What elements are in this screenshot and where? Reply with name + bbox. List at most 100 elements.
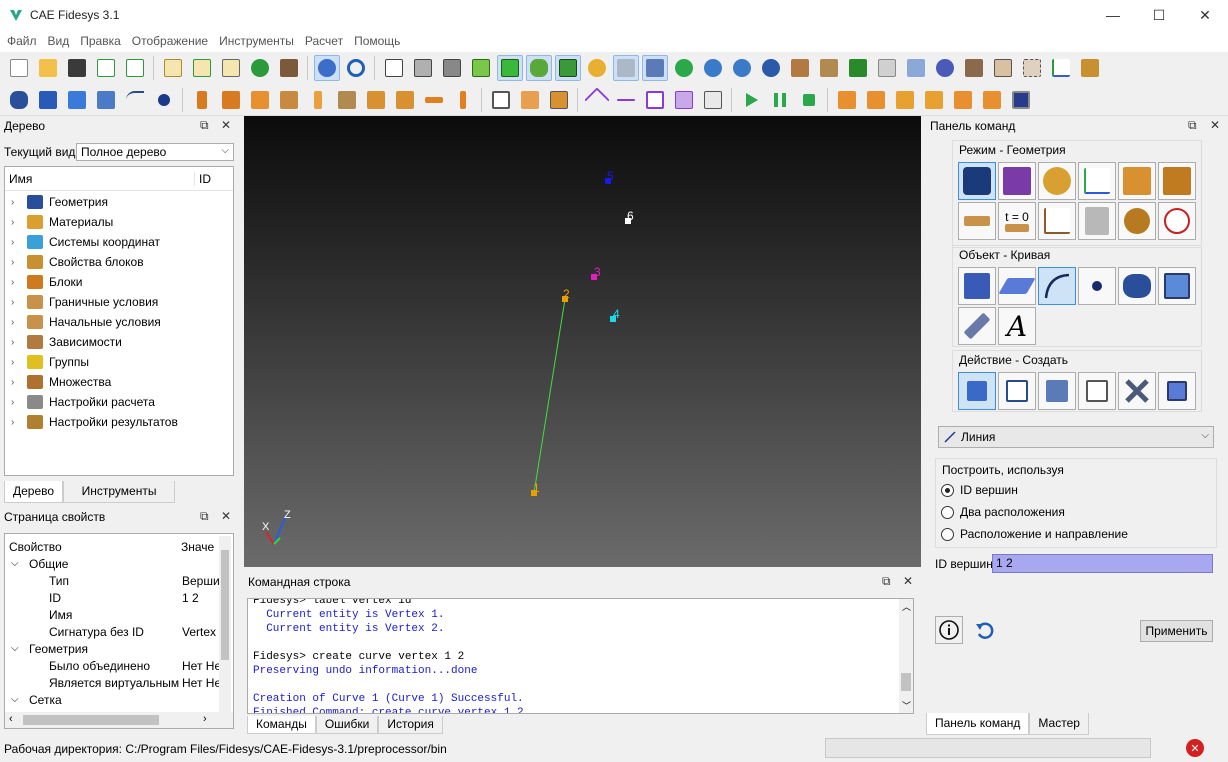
volume-button[interactable] — [35, 87, 61, 113]
export-button[interactable] — [122, 55, 148, 81]
action-transform-button[interactable] — [1038, 372, 1076, 410]
save-button[interactable] — [64, 55, 90, 81]
reset-button[interactable] — [972, 618, 998, 644]
refresh-button[interactable] — [671, 55, 697, 81]
scroll-thumb[interactable] — [23, 715, 159, 725]
expand-arrow-icon[interactable]: › — [5, 417, 21, 428]
mode-inspect-button[interactable] — [1158, 202, 1196, 240]
navigate-button[interactable] — [758, 55, 784, 81]
tab-tree[interactable]: Дерево — [4, 481, 64, 503]
mesh-edge-button[interactable] — [488, 87, 514, 113]
object-text-button[interactable]: A — [998, 307, 1036, 345]
radio-dot[interactable] — [941, 483, 954, 497]
view-minus-y-button[interactable] — [921, 87, 947, 113]
collapse-arrow-icon[interactable]: ⌵ — [11, 558, 19, 569]
error-indicator-icon[interactable]: ✕ — [1186, 739, 1204, 757]
mode-geometry-button[interactable] — [958, 162, 996, 200]
float-icon[interactable]: ⧉ — [200, 509, 209, 524]
vertex-ids-input[interactable]: 1 2 — [992, 554, 1213, 573]
maximize-button[interactable]: ☐ — [1136, 0, 1182, 30]
box-select-button[interactable] — [990, 55, 1016, 81]
expand-arrow-icon[interactable]: › — [5, 377, 21, 388]
object-vertex-button[interactable] — [1078, 267, 1116, 305]
scroll-left-icon[interactable]: ‹ — [9, 713, 13, 725]
collapse-arrow-icon[interactable]: ⌵ — [11, 694, 19, 705]
expand-arrow-icon[interactable]: › — [5, 337, 21, 348]
expand-arrow-icon[interactable]: › — [5, 257, 21, 268]
close-icon[interactable]: ✕ — [221, 118, 231, 132]
dash-bar-button[interactable] — [450, 87, 476, 113]
float-icon[interactable]: ⧉ — [882, 574, 891, 589]
acceleration-button[interactable] — [363, 87, 389, 113]
option-location-direction[interactable]: Расположение и направление — [941, 527, 1128, 541]
mesh-surface-button[interactable] — [517, 87, 543, 113]
mode-bc-button[interactable] — [958, 202, 996, 240]
mode-blocks-button[interactable] — [1118, 162, 1156, 200]
import-button[interactable] — [93, 55, 119, 81]
scroll-right-icon[interactable]: › — [203, 713, 207, 725]
properties-vscroll[interactable] — [219, 536, 231, 712]
curve-button[interactable] — [122, 87, 148, 113]
object-curve-button[interactable] — [1038, 267, 1076, 305]
zoom-in-button[interactable] — [700, 55, 726, 81]
tree-item[interactable]: › Материалы — [5, 212, 233, 232]
action-create-button[interactable] — [958, 372, 996, 410]
float-icon[interactable]: ⧉ — [1188, 118, 1197, 133]
mesh-display-button[interactable] — [554, 55, 581, 81]
solid-display-button[interactable] — [496, 55, 523, 81]
beam-button[interactable] — [1077, 55, 1103, 81]
velocity-button[interactable] — [392, 87, 418, 113]
property-group[interactable]: ⌵ Сетка — [5, 691, 233, 708]
close-icon[interactable]: ✕ — [1210, 118, 1220, 132]
expand-arrow-icon[interactable]: › — [5, 237, 21, 248]
tree-item[interactable]: › Блоки — [5, 272, 233, 292]
float-icon[interactable]: ⧉ — [200, 118, 209, 133]
pause-button[interactable] — [247, 55, 273, 81]
scene-button[interactable] — [584, 55, 610, 81]
id-button[interactable] — [218, 55, 244, 81]
tab-wizard[interactable]: Мастер — [1029, 713, 1089, 735]
mode-results-button[interactable] — [1118, 202, 1156, 240]
view-plus-x-button[interactable] — [950, 87, 976, 113]
radio-dot[interactable] — [941, 505, 954, 519]
menu-calculation[interactable]: Расчет — [301, 34, 347, 48]
tree-item[interactable]: › Граничные условия — [5, 292, 233, 312]
window-button[interactable] — [641, 55, 668, 81]
expand-arrow-icon[interactable]: › — [5, 317, 21, 328]
hidden-line-button[interactable] — [410, 55, 436, 81]
graphics-viewport[interactable]: 1 2 3 4 5 6 X Z — [244, 116, 921, 567]
mode-calc-button[interactable] — [1078, 202, 1116, 240]
color-box-button[interactable] — [903, 55, 929, 81]
menu-help[interactable]: Помощь — [350, 34, 404, 48]
tab-command-panel[interactable]: Панель команд — [926, 713, 1030, 735]
transparent-box-button[interactable] — [874, 55, 900, 81]
tree-item[interactable]: › Системы координат — [5, 232, 233, 252]
green-box-button[interactable] — [845, 55, 871, 81]
scroll-down-icon[interactable]: ﹀ — [902, 699, 911, 712]
tree-item[interactable]: › Начальные условия — [5, 312, 233, 332]
object-measure-button[interactable] — [958, 307, 996, 345]
region-select-button[interactable] — [1019, 55, 1045, 81]
curve-type-select[interactable]: Линия ⌵ — [938, 426, 1214, 448]
tree-item[interactable]: › Зависимости — [5, 332, 233, 352]
flat-bar-button[interactable] — [421, 87, 447, 113]
command-output[interactable]: Fidesys> label vertex id Current entity … — [247, 598, 914, 714]
mode-coordinates-button[interactable] — [1078, 162, 1116, 200]
radio-dot[interactable] — [941, 527, 954, 541]
property-row[interactable]: Было объединено Нет Не — [5, 657, 233, 674]
force-button[interactable] — [189, 87, 215, 113]
brick-button[interactable] — [787, 55, 813, 81]
journal-button[interactable] — [160, 55, 186, 81]
tree-item[interactable]: › Свойства блоков — [5, 252, 233, 272]
properties-hscroll[interactable]: ‹ › — [5, 712, 233, 728]
pause-anim-button[interactable] — [767, 87, 793, 113]
surface-button[interactable] — [93, 87, 119, 113]
tree-item[interactable]: › Группы — [5, 352, 233, 372]
tree-col-id[interactable]: ID — [195, 172, 211, 186]
tree-item[interactable]: › Настройки расчета — [5, 392, 233, 412]
expand-arrow-icon[interactable]: › — [5, 357, 21, 368]
object-body-button[interactable] — [1158, 267, 1196, 305]
pressure-button[interactable] — [218, 87, 244, 113]
tree-item[interactable]: › Множества — [5, 372, 233, 392]
grid-button[interactable] — [700, 87, 726, 113]
